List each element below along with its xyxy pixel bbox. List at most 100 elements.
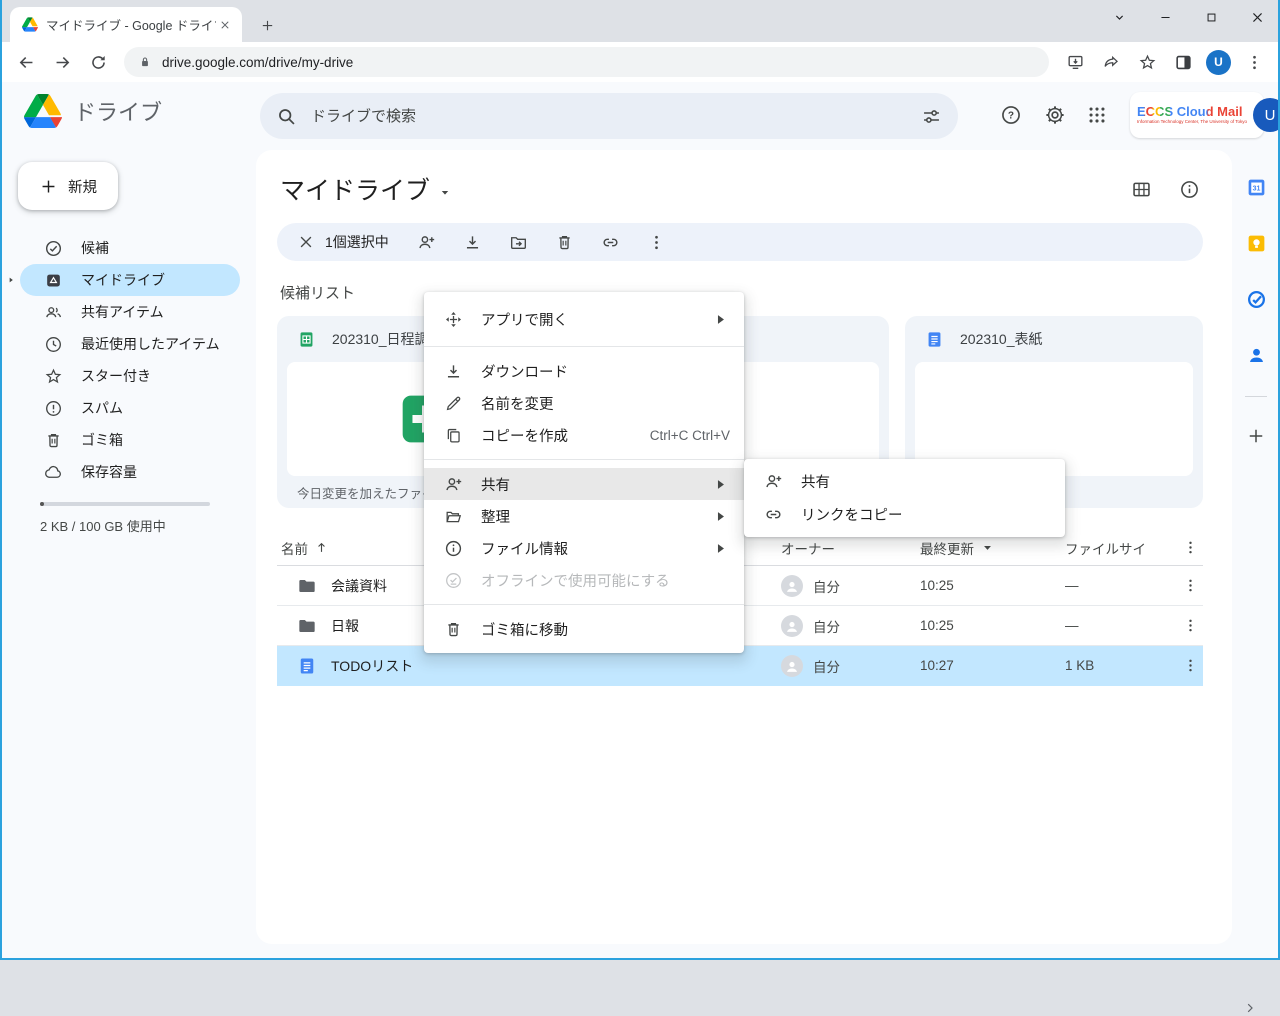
row-more-button[interactable]	[1177, 617, 1203, 634]
context-menu: アプリで開く ダウンロード 名前を変更 コピーを作成 Ctrl+C Ctrl+V…	[424, 292, 744, 653]
menu-item-make-copy[interactable]: コピーを作成 Ctrl+C Ctrl+V	[424, 419, 744, 451]
window-minimize-button[interactable]	[1142, 0, 1188, 34]
column-label: 名前	[281, 538, 308, 558]
search-options-icon[interactable]	[921, 106, 942, 127]
storage-progress-bar	[40, 502, 210, 506]
page-title: マイドライブ	[280, 171, 430, 207]
sidebar-item-label: 最近使用したアイテム	[81, 334, 220, 354]
lock-icon	[138, 55, 152, 69]
menu-item-label: ファイル情報	[481, 538, 568, 559]
account-avatar[interactable]: U	[1253, 98, 1280, 132]
bookmark-star-button[interactable]	[1132, 47, 1162, 77]
account-badge[interactable]: ECCS Cloud Mail Information Technology C…	[1130, 92, 1264, 138]
folder-icon	[297, 576, 317, 596]
new-tab-button[interactable]	[254, 12, 280, 38]
details-info-button[interactable]	[1172, 172, 1206, 206]
menu-item-label: ダウンロード	[481, 361, 568, 382]
install-app-button[interactable]	[1060, 47, 1090, 77]
sidebar-item-label: 保存容量	[81, 462, 137, 482]
menu-item-move-to-trash[interactable]: ゴミ箱に移動	[424, 613, 744, 645]
page-title-dropdown[interactable]	[430, 172, 452, 206]
menu-item-open-with[interactable]: アプリで開く	[424, 300, 744, 338]
download-selected-button[interactable]	[457, 226, 489, 258]
menu-item-share[interactable]: 共有	[424, 468, 744, 500]
check-circle-icon	[44, 239, 63, 258]
rail-divider	[1245, 396, 1267, 397]
share-selected-button[interactable]	[411, 226, 443, 258]
address-bar[interactable]: drive.google.com/drive/my-drive	[124, 47, 1049, 77]
sort-descending-icon	[980, 540, 995, 555]
window-close-button[interactable]	[1234, 0, 1280, 34]
keep-app-button[interactable]	[1239, 226, 1273, 260]
drive-search-bar[interactable]	[260, 93, 958, 139]
browser-menu-button[interactable]	[1239, 47, 1269, 77]
sidebar-item-suggestions[interactable]: 候補	[20, 232, 240, 264]
selection-toolbar: 1個選択中	[277, 223, 1203, 261]
menu-item-rename[interactable]: 名前を変更	[424, 387, 744, 419]
sidebar-item-trash[interactable]: ゴミ箱	[20, 424, 240, 456]
reload-button[interactable]	[83, 47, 113, 77]
google-apps-grid-button[interactable]	[1075, 93, 1119, 137]
submenu-item-copy-link[interactable]: リンクをコピー	[744, 498, 1065, 531]
drive-logo-block[interactable]: ドライブ	[24, 94, 162, 128]
new-button[interactable]: 新規	[18, 162, 118, 210]
side-panel-expand-icon[interactable]	[1242, 1000, 1258, 1016]
table-options-button[interactable]	[1177, 539, 1203, 556]
sidebar-item-spam[interactable]: スパム	[20, 392, 240, 424]
add-apps-button[interactable]	[1239, 419, 1273, 453]
tab-search-chevron-button[interactable]	[1096, 0, 1142, 34]
column-header-owner[interactable]: オーナー	[781, 538, 920, 558]
sidebar-item-shared-with-me[interactable]: 共有アイテム	[20, 296, 240, 328]
more-actions-button[interactable]	[641, 226, 673, 258]
browser-toolbar: drive.google.com/drive/my-drive U	[0, 42, 1280, 82]
owner-name: 自分	[813, 656, 840, 676]
sidebar-item-starred[interactable]: スター付き	[20, 360, 240, 392]
move-selected-button[interactable]	[503, 226, 535, 258]
menu-item-label: アプリで開く	[481, 309, 568, 330]
browser-profile-avatar[interactable]: U	[1206, 50, 1231, 75]
star-icon	[44, 367, 63, 386]
sidebar-item-recent[interactable]: 最近使用したアイテム	[20, 328, 240, 360]
row-more-button[interactable]	[1177, 577, 1203, 594]
owner-avatar	[781, 575, 803, 597]
sidebar-item-storage[interactable]: 保存容量	[20, 456, 240, 488]
sidebar-item-my-drive[interactable]: マイドライブ	[20, 264, 240, 296]
tab-close-button[interactable]	[216, 16, 234, 34]
menu-item-label: 共有	[481, 474, 510, 495]
search-input[interactable]	[311, 108, 907, 125]
expand-arrow-icon[interactable]	[6, 275, 16, 285]
file-size: 1 KB	[1065, 658, 1177, 673]
submenu-arrow-icon	[711, 310, 730, 329]
storage-progress-fill	[40, 502, 44, 506]
calendar-app-button[interactable]	[1239, 170, 1273, 204]
browser-tab[interactable]: マイドライブ - Google ドライブ	[10, 7, 242, 42]
sidebar-item-label: 共有アイテム	[81, 302, 164, 322]
clear-selection-button[interactable]	[291, 227, 321, 257]
owner-avatar	[781, 655, 803, 677]
side-panel-button[interactable]	[1168, 47, 1198, 77]
contacts-app-button[interactable]	[1239, 338, 1273, 372]
back-button[interactable]	[11, 47, 41, 77]
submenu-item-share[interactable]: 共有	[744, 465, 1065, 498]
settings-gear-button[interactable]	[1033, 93, 1077, 137]
copy-link-button[interactable]	[595, 226, 627, 258]
cloud-icon	[44, 463, 63, 482]
row-more-button[interactable]	[1177, 657, 1203, 674]
menu-item-organize[interactable]: 整理	[424, 500, 744, 532]
trash-selected-button[interactable]	[549, 226, 581, 258]
window-maximize-button[interactable]	[1188, 0, 1234, 34]
trash-icon	[44, 431, 63, 450]
grid-view-toggle-button[interactable]	[1124, 172, 1158, 206]
menu-item-file-info[interactable]: ファイル情報	[424, 532, 744, 564]
help-button[interactable]	[989, 93, 1033, 137]
sidebar-item-label: ゴミ箱	[81, 430, 123, 450]
forward-button[interactable]	[47, 47, 77, 77]
link-icon	[764, 505, 783, 524]
column-header-modified[interactable]: 最終更新	[920, 538, 1065, 558]
tasks-app-button[interactable]	[1239, 282, 1273, 316]
column-label: ファイルサイ	[1065, 538, 1146, 558]
share-submenu: 共有 リンクをコピー	[744, 459, 1065, 537]
share-button[interactable]	[1096, 47, 1126, 77]
column-header-size[interactable]: ファイルサイ	[1065, 538, 1177, 558]
menu-item-download[interactable]: ダウンロード	[424, 355, 744, 387]
